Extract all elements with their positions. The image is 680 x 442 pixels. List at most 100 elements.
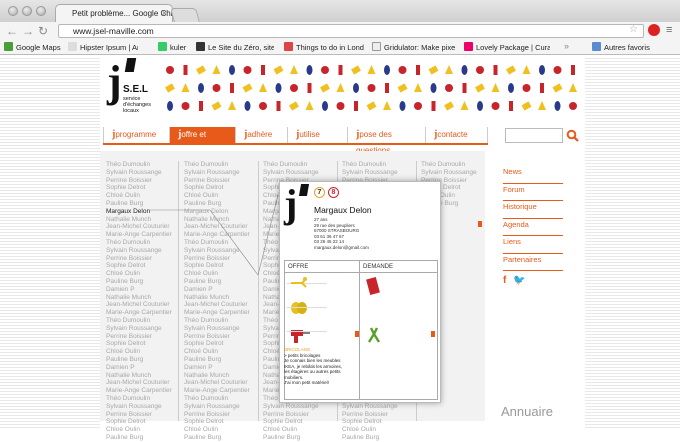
member-name-entry[interactable]: Sylvain Roussange — [106, 325, 172, 333]
side-link-liens[interactable]: Liens — [503, 236, 563, 254]
member-name-entry[interactable]: Jean-Michel Couturier — [106, 301, 172, 309]
member-name-entry[interactable]: Perrine Boissier — [342, 411, 408, 419]
member-name-entry[interactable]: Sylvain Roussange — [342, 169, 408, 177]
member-name-entry[interactable]: Perrine Boissier — [184, 177, 250, 185]
drill-icon[interactable] — [290, 327, 310, 343]
member-name-entry[interactable]: Sylvain Roussange — [184, 169, 250, 177]
member-name-entry[interactable]: Marie-Ange Carpentier — [106, 309, 172, 317]
star-icon[interactable]: ☆ — [629, 24, 638, 36]
member-name-entry[interactable]: Pauline Burg — [184, 434, 250, 442]
nav-item-pose-des-questions[interactable]: jpose des questions — [347, 127, 425, 155]
member-name-entry[interactable]: Chloé Oulin — [184, 426, 250, 434]
bookmark-item[interactable]: Gridulator: Make pixe — [372, 42, 456, 53]
member-name-entry[interactable]: Théo Dumoulin — [106, 161, 172, 169]
nav-item-offre-et-demande[interactable]: joffre et demande — [169, 127, 235, 155]
side-link-news[interactable]: News — [503, 166, 563, 184]
bookmark-item[interactable]: kuler — [158, 42, 186, 53]
member-name-entry[interactable]: Pauline Burg — [184, 356, 250, 364]
browser-tab[interactable]: Petit problème... Google Chr × — [55, 4, 173, 22]
member-name-entry[interactable]: Perrine Boissier — [263, 411, 329, 419]
member-name-entry[interactable]: Sylvain Roussange — [106, 169, 172, 177]
member-name-entry[interactable]: Jean-Michel Couturier — [184, 301, 250, 309]
member-name-entry[interactable]: Damien P — [184, 364, 250, 372]
nav-item-utilise[interactable]: jutilise — [287, 127, 347, 143]
member-name-entry[interactable]: Damien P — [106, 364, 172, 372]
nav-item-programme[interactable]: jprogramme — [103, 127, 169, 143]
member-name-entry[interactable]: Sylvain Roussange — [184, 325, 250, 333]
member-name-entry[interactable]: Perrine Boissier — [106, 411, 172, 419]
member-name-entry[interactable]: Théo Dumoulin — [106, 395, 172, 403]
member-name-entry[interactable]: Pauline Burg — [184, 278, 250, 286]
member-name-entry[interactable]: Sophie Delrot — [106, 418, 172, 426]
member-name-entry[interactable]: Sophie Delrot — [342, 418, 408, 426]
logo-mark[interactable]: j — [107, 60, 122, 104]
member-name-entry[interactable]: Sylvain Roussange — [184, 403, 250, 411]
member-name-entry[interactable]: Sophie Delrot — [263, 418, 329, 426]
bookmark-item[interactable]: Hipster Ipsum | Artis — [68, 42, 138, 53]
member-name-entry[interactable]: Marie-Ange Carpentier — [184, 387, 250, 395]
member-name-entry[interactable]: Pauline Burg — [106, 356, 172, 364]
member-name-entry[interactable]: Nathalie Munch — [184, 372, 250, 380]
member-name-entry[interactable]: Sylvain Roussange — [263, 169, 329, 177]
member-name-entry[interactable]: Sylvain Roussange — [421, 169, 477, 177]
side-link-partenaires[interactable]: Partenaires — [503, 254, 563, 271]
member-name-entry[interactable]: Perrine Boissier — [106, 177, 172, 185]
more-bookmarks-icon[interactable]: » — [564, 41, 569, 51]
member-name-entry[interactable]: Chloé Oulin — [342, 426, 408, 434]
nav-item-adhere[interactable]: jadhère — [235, 127, 287, 143]
new-tab-button[interactable] — [170, 8, 200, 22]
extension-icon[interactable] — [648, 24, 660, 36]
member-name-entry[interactable]: Théo Dumoulin — [184, 317, 250, 325]
member-name-entry[interactable]: Perrine Boissier — [184, 411, 250, 419]
facebook-icon[interactable]: f — [503, 275, 506, 286]
member-name-entry[interactable]: Chloé Oulin — [106, 426, 172, 434]
member-name-entry[interactable]: Perrine Boissier — [106, 333, 172, 341]
minimize-window-icon[interactable] — [22, 6, 32, 16]
member-name-entry[interactable]: Damien P — [106, 286, 172, 294]
member-name-entry[interactable]: Damien P — [184, 286, 250, 294]
close-window-icon[interactable] — [8, 6, 18, 16]
member-name-entry[interactable]: Chloé Oulin — [263, 426, 329, 434]
scroll-marker[interactable] — [478, 221, 482, 227]
member-name-entry[interactable]: Chloé Oulin — [106, 348, 172, 356]
address-bar[interactable]: www.jsel-maville.com ☆ — [58, 24, 644, 38]
twitter-icon[interactable]: 🐦 — [513, 275, 525, 286]
member-name-entry[interactable]: Jean-Michel Couturier — [106, 379, 172, 387]
reload-icon[interactable]: ↻ — [38, 24, 48, 38]
member-name-entry[interactable]: Théo Dumoulin — [184, 161, 250, 169]
member-name-entry[interactable]: Marie-Ange Carpentier — [184, 309, 250, 317]
bookmark-item[interactable]: Google Maps — [4, 42, 61, 53]
member-name-entry[interactable]: Sophie Delrot — [106, 184, 172, 192]
side-link-forum[interactable]: Forum — [503, 184, 563, 201]
member-name-entry[interactable]: Pauline Burg — [106, 434, 172, 442]
member-name-entry[interactable]: Pauline Burg — [106, 278, 172, 286]
offer-scroll-marker[interactable] — [355, 331, 359, 337]
member-name-entry[interactable]: Jean-Michel Couturier — [184, 379, 250, 387]
member-name-entry[interactable]: Pauline Burg — [342, 434, 408, 442]
member-name-entry[interactable]: Chloé Oulin — [184, 348, 250, 356]
member-name-entry[interactable]: Théo Dumoulin — [106, 317, 172, 325]
member-name-entry[interactable]: Sylvain Roussange — [342, 403, 408, 411]
demand-scroll-marker[interactable] — [431, 331, 435, 337]
nav-item-contacte[interactable]: jcontacte — [425, 127, 488, 143]
bookmark-item[interactable]: Lovely Package | Curat — [464, 42, 550, 53]
back-arrow-icon[interactable]: ← — [6, 24, 18, 38]
member-name-entry[interactable]: Sophie Delrot — [184, 340, 250, 348]
member-name-entry[interactable]: Sylvain Roussange — [263, 403, 329, 411]
tab-close-icon[interactable]: × — [162, 5, 167, 22]
maximize-window-icon[interactable] — [36, 6, 46, 16]
side-link-agenda[interactable]: Agenda — [503, 219, 563, 236]
member-name-entry[interactable]: Nathalie Munch — [184, 294, 250, 302]
member-name-entry[interactable]: Théo Dumoulin — [342, 161, 408, 169]
member-name-entry[interactable]: Nathalie Munch — [106, 294, 172, 302]
search-input[interactable] — [505, 128, 563, 143]
side-link-historique[interactable]: Historique — [503, 201, 563, 219]
search-icon[interactable] — [566, 129, 579, 142]
member-name-entry[interactable]: Sophie Delrot — [184, 418, 250, 426]
bookmark-item[interactable]: Things to do in Londo — [284, 42, 364, 53]
member-name-entry[interactable]: Sophie Delrot — [106, 340, 172, 348]
menu-icon[interactable]: ≡ — [666, 24, 672, 36]
member-name-entry[interactable]: Pauline Burg — [263, 434, 329, 442]
member-name-entry[interactable]: Théo Dumoulin — [421, 161, 477, 169]
member-name-entry[interactable]: Sophie Delrot — [184, 184, 250, 192]
